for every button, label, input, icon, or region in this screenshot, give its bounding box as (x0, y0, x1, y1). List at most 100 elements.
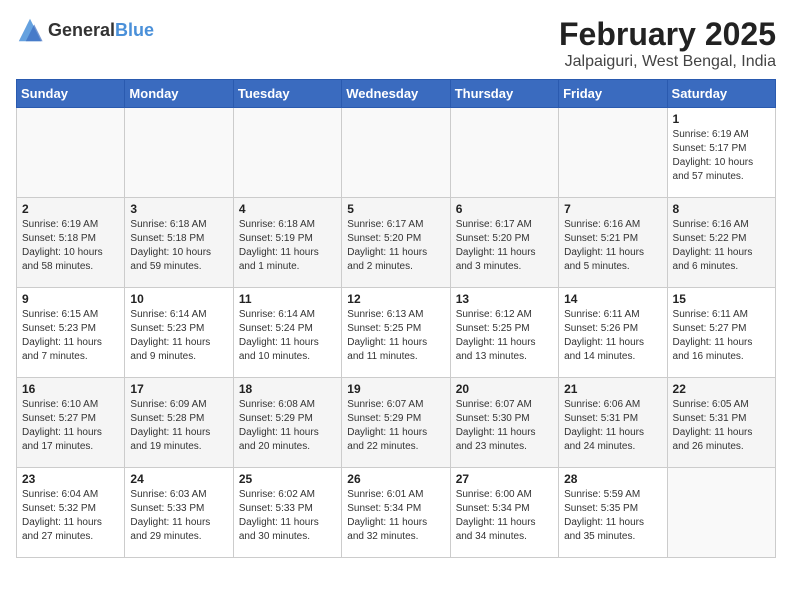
day-info: Sunrise: 6:15 AM Sunset: 5:23 PM Dayligh… (22, 308, 119, 364)
day-number: 6 (456, 202, 553, 216)
day-number: 4 (239, 202, 336, 216)
calendar-cell: 20 Sunrise: 6:07 AM Sunset: 5:30 PM Dayli… (450, 378, 558, 468)
day-info: Sunrise: 6:04 AM Sunset: 5:32 PM Dayligh… (22, 488, 119, 544)
day-info: Sunrise: 6:18 AM Sunset: 5:19 PM Dayligh… (239, 218, 336, 274)
day-info: Sunrise: 6:10 AM Sunset: 5:27 PM Dayligh… (22, 398, 119, 454)
day-info: Sunrise: 6:00 AM Sunset: 5:34 PM Dayligh… (456, 488, 553, 544)
calendar-cell: 17 Sunrise: 6:09 AM Sunset: 5:28 PM Dayli… (125, 378, 233, 468)
calendar-cell: 23 Sunrise: 6:04 AM Sunset: 5:32 PM Dayli… (17, 468, 125, 558)
day-info: Sunrise: 6:01 AM Sunset: 5:34 PM Dayligh… (347, 488, 444, 544)
calendar-table: SundayMondayTuesdayWednesdayThursdayFrid… (16, 79, 776, 558)
day-number: 9 (22, 292, 119, 306)
calendar-cell: 21 Sunrise: 6:06 AM Sunset: 5:31 PM Dayli… (559, 378, 667, 468)
day-header-friday: Friday (559, 80, 667, 108)
day-info: Sunrise: 6:07 AM Sunset: 5:30 PM Dayligh… (456, 398, 553, 454)
day-number: 2 (22, 202, 119, 216)
calendar-cell: 15 Sunrise: 6:11 AM Sunset: 5:27 PM Dayli… (667, 288, 775, 378)
day-info: Sunrise: 6:11 AM Sunset: 5:27 PM Dayligh… (673, 308, 770, 364)
day-info: Sunrise: 6:05 AM Sunset: 5:31 PM Dayligh… (673, 398, 770, 454)
calendar-cell: 10Sunrise: 6:14 AM Sunset: 5:23 PM Dayli… (125, 288, 233, 378)
calendar-cell: 1 Sunrise: 6:19 AM Sunset: 5:17 PM Daylig… (667, 108, 775, 198)
day-number: 5 (347, 202, 444, 216)
day-info: Sunrise: 6:17 AM Sunset: 5:20 PM Dayligh… (347, 218, 444, 274)
calendar-cell: 14 Sunrise: 6:11 AM Sunset: 5:26 PM Dayli… (559, 288, 667, 378)
day-header-thursday: Thursday (450, 80, 558, 108)
day-info: Sunrise: 6:16 AM Sunset: 5:21 PM Dayligh… (564, 218, 661, 274)
day-header-saturday: Saturday (667, 80, 775, 108)
sub-title: Jalpaiguri, West Bengal, India (559, 53, 776, 71)
logo-text-blue: Blue (115, 20, 154, 40)
calendar-cell: 2 Sunrise: 6:19 AM Sunset: 5:18 PM Daylig… (17, 198, 125, 288)
day-info: Sunrise: 6:18 AM Sunset: 5:18 PM Dayligh… (130, 218, 227, 274)
calendar-cell: 16 Sunrise: 6:10 AM Sunset: 5:27 PM Dayli… (17, 378, 125, 468)
day-info: Sunrise: 6:16 AM Sunset: 5:22 PM Dayligh… (673, 218, 770, 274)
day-info: Sunrise: 6:09 AM Sunset: 5:28 PM Dayligh… (130, 398, 227, 454)
day-number: 23 (22, 472, 119, 486)
calendar-cell: 25 Sunrise: 6:02 AM Sunset: 5:33 PM Dayli… (233, 468, 341, 558)
day-info: Sunrise: 6:02 AM Sunset: 5:33 PM Dayligh… (239, 488, 336, 544)
calendar-cell: 9 Sunrise: 6:15 AM Sunset: 5:23 PM Daylig… (17, 288, 125, 378)
logo-icon (16, 16, 44, 44)
day-info: Sunrise: 6:19 AM Sunset: 5:18 PM Dayligh… (22, 218, 119, 274)
calendar-cell: 12Sunrise: 6:13 AM Sunset: 5:25 PM Dayli… (342, 288, 450, 378)
day-info: Sunrise: 6:11 AM Sunset: 5:26 PM Dayligh… (564, 308, 661, 364)
calendar-cell: 18 Sunrise: 6:08 AM Sunset: 5:29 PM Dayli… (233, 378, 341, 468)
calendar-cell: 4 Sunrise: 6:18 AM Sunset: 5:19 PM Daylig… (233, 198, 341, 288)
day-number: 18 (239, 382, 336, 396)
day-number: 14 (564, 292, 661, 306)
day-number: 28 (564, 472, 661, 486)
calendar-cell: 28 Sunrise: 5:59 AM Sunset: 5:35 PM Dayli… (559, 468, 667, 558)
calendar-cell (667, 468, 775, 558)
main-title: February 2025 (559, 16, 776, 53)
calendar-cell: 8 Sunrise: 6:16 AM Sunset: 5:22 PM Daylig… (667, 198, 775, 288)
day-info: Sunrise: 6:17 AM Sunset: 5:20 PM Dayligh… (456, 218, 553, 274)
calendar-cell: 3 Sunrise: 6:18 AM Sunset: 5:18 PM Daylig… (125, 198, 233, 288)
day-number: 22 (673, 382, 770, 396)
logo: GeneralBlue (16, 16, 154, 44)
calendar-cell: 13Sunrise: 6:12 AM Sunset: 5:25 PM Dayli… (450, 288, 558, 378)
day-info: Sunrise: 5:59 AM Sunset: 5:35 PM Dayligh… (564, 488, 661, 544)
calendar-cell (559, 108, 667, 198)
calendar-cell: 7Sunrise: 6:16 AM Sunset: 5:21 PM Daylig… (559, 198, 667, 288)
day-number: 24 (130, 472, 227, 486)
calendar-week-row: 2 Sunrise: 6:19 AM Sunset: 5:18 PM Daylig… (17, 198, 776, 288)
calendar-cell: 26 Sunrise: 6:01 AM Sunset: 5:34 PM Dayli… (342, 468, 450, 558)
calendar-week-row: 16 Sunrise: 6:10 AM Sunset: 5:27 PM Dayli… (17, 378, 776, 468)
day-info: Sunrise: 6:03 AM Sunset: 5:33 PM Dayligh… (130, 488, 227, 544)
day-number: 8 (673, 202, 770, 216)
calendar-cell: 27 Sunrise: 6:00 AM Sunset: 5:34 PM Dayli… (450, 468, 558, 558)
calendar-week-row: 23 Sunrise: 6:04 AM Sunset: 5:32 PM Dayli… (17, 468, 776, 558)
calendar-cell: 22 Sunrise: 6:05 AM Sunset: 5:31 PM Dayli… (667, 378, 775, 468)
day-header-sunday: Sunday (17, 80, 125, 108)
calendar-cell: 6 Sunrise: 6:17 AM Sunset: 5:20 PM Daylig… (450, 198, 558, 288)
day-number: 27 (456, 472, 553, 486)
day-info: Sunrise: 6:12 AM Sunset: 5:25 PM Dayligh… (456, 308, 553, 364)
header: GeneralBlue February 2025 Jalpaiguri, We… (16, 16, 776, 71)
day-info: Sunrise: 6:19 AM Sunset: 5:17 PM Dayligh… (673, 128, 770, 184)
day-number: 1 (673, 112, 770, 126)
calendar-cell (125, 108, 233, 198)
calendar-cell: 11Sunrise: 6:14 AM Sunset: 5:24 PM Dayli… (233, 288, 341, 378)
calendar-header-row: SundayMondayTuesdayWednesdayThursdayFrid… (17, 80, 776, 108)
day-number: 20 (456, 382, 553, 396)
day-info: Sunrise: 6:14 AM Sunset: 5:23 PM Dayligh… (130, 308, 227, 364)
day-number: 11 (239, 292, 336, 306)
day-number: 15 (673, 292, 770, 306)
day-number: 12 (347, 292, 444, 306)
calendar-cell (233, 108, 341, 198)
calendar-week-row: 9 Sunrise: 6:15 AM Sunset: 5:23 PM Daylig… (17, 288, 776, 378)
day-info: Sunrise: 6:08 AM Sunset: 5:29 PM Dayligh… (239, 398, 336, 454)
day-number: 21 (564, 382, 661, 396)
calendar-week-row: 1 Sunrise: 6:19 AM Sunset: 5:17 PM Daylig… (17, 108, 776, 198)
day-number: 17 (130, 382, 227, 396)
day-number: 16 (22, 382, 119, 396)
day-number: 26 (347, 472, 444, 486)
day-number: 3 (130, 202, 227, 216)
calendar-cell: 5 Sunrise: 6:17 AM Sunset: 5:20 PM Daylig… (342, 198, 450, 288)
day-header-wednesday: Wednesday (342, 80, 450, 108)
calendar-cell: 24 Sunrise: 6:03 AM Sunset: 5:33 PM Dayli… (125, 468, 233, 558)
day-info: Sunrise: 6:06 AM Sunset: 5:31 PM Dayligh… (564, 398, 661, 454)
day-header-tuesday: Tuesday (233, 80, 341, 108)
calendar-cell (17, 108, 125, 198)
day-number: 25 (239, 472, 336, 486)
